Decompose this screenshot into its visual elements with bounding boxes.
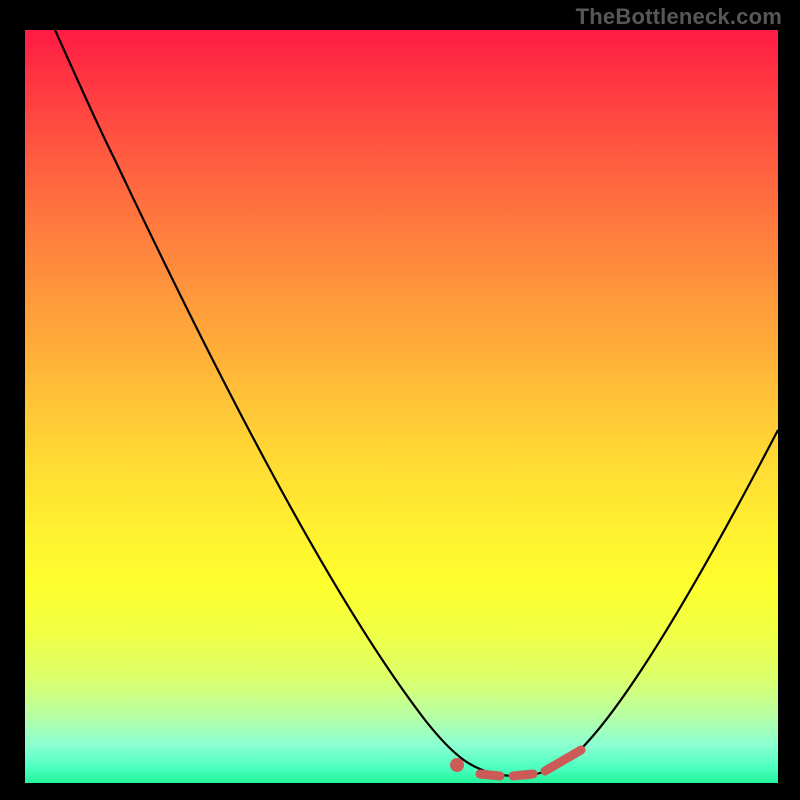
chart-svg (25, 30, 778, 783)
chart-area (25, 30, 778, 783)
bottleneck-curve (55, 30, 778, 776)
highlight-start-dot (450, 758, 464, 772)
watermark-text: TheBottleneck.com (576, 4, 782, 30)
highlight-dash-2 (513, 774, 533, 776)
highlight-dash-1 (480, 774, 500, 776)
highlight-dash-3 (545, 750, 581, 771)
